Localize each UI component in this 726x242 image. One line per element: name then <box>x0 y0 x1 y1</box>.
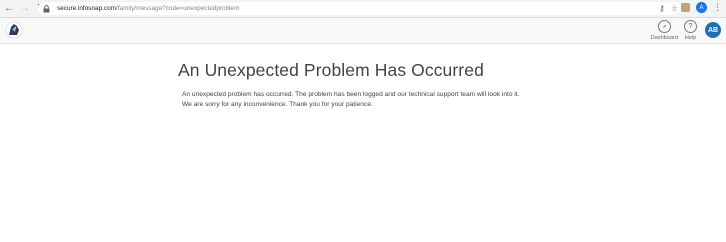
browser-toolbar: ← → ↻ secure.infosnap.com/family/message… <box>0 0 726 18</box>
back-arrow-icon[interactable]: ← <box>2 2 16 16</box>
message-line: We are sorry for any inconvenience. Than… <box>182 100 373 108</box>
dashboard-link[interactable]: Dashboard <box>651 20 678 41</box>
app-header: Dashboard ? Help AB <box>0 18 726 44</box>
user-avatar[interactable]: AB <box>705 22 721 38</box>
infosnap-logo-icon[interactable] <box>5 21 23 39</box>
message-line: An unexpected problem has occurred. The … <box>182 91 520 98</box>
star-icon[interactable]: ☆ <box>671 4 678 13</box>
help-question-icon: ? <box>684 20 697 33</box>
forward-arrow-icon[interactable]: → <box>18 2 32 16</box>
address-bar[interactable]: secure.infosnap.com/family/message?code=… <box>38 2 682 15</box>
key-icon[interactable]: ⚷ <box>659 4 665 13</box>
url-host: secure.infosnap.com <box>57 5 116 12</box>
help-link[interactable]: ? Help <box>684 20 697 41</box>
help-label: Help <box>684 35 697 41</box>
error-content: An Unexpected Problem Has Occurred An un… <box>178 60 598 109</box>
profile-avatar[interactable]: A <box>696 2 707 13</box>
lock-icon <box>43 4 53 14</box>
page-title: An Unexpected Problem Has Occurred <box>178 60 484 80</box>
browser-menu-icon[interactable]: ⋮ <box>713 3 722 12</box>
error-message: An unexpected problem has occurred. The … <box>182 90 598 109</box>
url-path: /family/message?code=unexpectedproblem <box>115 5 240 12</box>
extension-icon[interactable] <box>681 3 690 12</box>
dashboard-label: Dashboard <box>650 35 678 41</box>
url-text: secure.infosnap.com/family/message?code=… <box>57 5 239 12</box>
dashboard-gauge-icon <box>657 20 671 33</box>
